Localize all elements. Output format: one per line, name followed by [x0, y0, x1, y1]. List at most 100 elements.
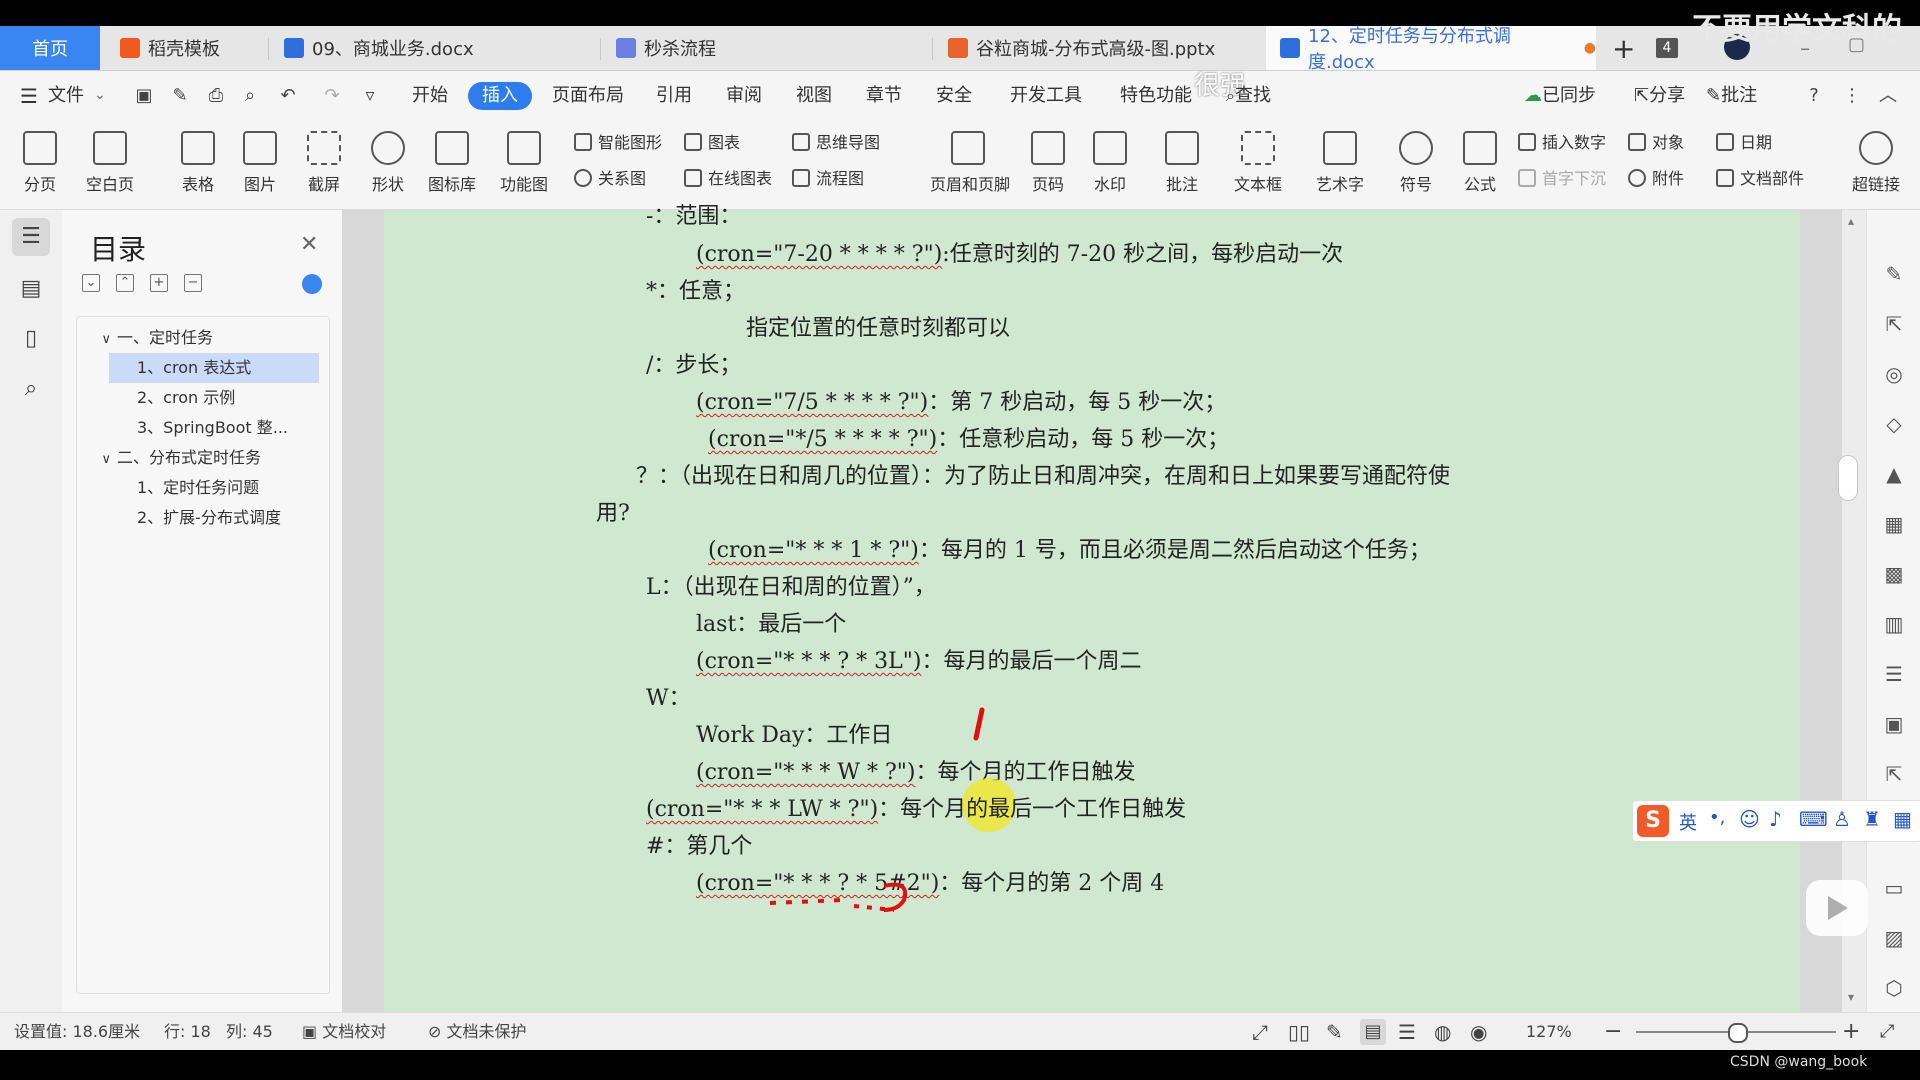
watermark-button[interactable]: 水印: [1080, 127, 1140, 203]
skin-icon[interactable]: ♜: [1863, 807, 1881, 831]
shape-button[interactable]: 形状: [358, 127, 418, 203]
save-icon[interactable]: ▣: [134, 86, 154, 106]
badge-icon[interactable]: ⬡: [1882, 976, 1906, 1000]
bookmark-icon[interactable]: ▯: [12, 320, 50, 358]
settings-icon[interactable]: ☰: [1882, 662, 1906, 686]
menu-start[interactable]: 开始: [412, 71, 448, 121]
screenshot-button[interactable]: 截屏: [294, 127, 354, 203]
flowchart-button[interactable]: 流程图: [792, 167, 864, 191]
tab-count-badge[interactable]: 4: [1656, 38, 1678, 58]
fullscreen-icon[interactable]: ⤢: [1252, 1013, 1268, 1051]
customize-icon[interactable]: ▿: [360, 86, 380, 106]
zoom-slider-handle[interactable]: [1728, 1023, 1748, 1043]
shapes-icon[interactable]: ◇: [1882, 412, 1906, 436]
reading-mode-icon[interactable]: ▯▯: [1288, 1013, 1310, 1051]
blank-page-button[interactable]: 空白页: [80, 127, 140, 203]
menu-security[interactable]: 安全: [936, 71, 972, 121]
tab-flow[interactable]: 秒杀流程: [602, 26, 932, 70]
print-preview-icon[interactable]: ⌕: [240, 86, 260, 106]
doc-parts-button[interactable]: 文档部件: [1716, 167, 1804, 191]
video-play-button[interactable]: [1806, 880, 1868, 936]
select-icon[interactable]: ⇱: [1882, 312, 1906, 336]
toolbox-icon[interactable]: ▦: [1893, 807, 1912, 831]
image-icon[interactable]: ▣: [1882, 712, 1906, 736]
comment-button[interactable]: 批注: [1152, 127, 1212, 203]
print-icon[interactable]: ⎙: [206, 86, 226, 106]
annotate-button[interactable]: ✎批注: [1706, 71, 1757, 121]
menu-insert[interactable]: 插入: [468, 82, 532, 110]
header-footer-button[interactable]: 页眉和页脚: [930, 127, 1010, 203]
collapse-all-icon[interactable]: ⌄: [82, 274, 100, 292]
chart-icon[interactable]: ▥: [1882, 612, 1906, 636]
menu-page-layout[interactable]: 页面布局: [552, 71, 624, 121]
write-mode-icon[interactable]: ✎: [1326, 1013, 1343, 1051]
scroll-down-icon[interactable]: ▾: [1848, 990, 1854, 1004]
toc-item[interactable]: ∨ 一、定时任务: [77, 323, 327, 353]
location-icon[interactable]: ◎: [1882, 362, 1906, 386]
toc-list-icon[interactable]: ☰: [12, 218, 50, 256]
format-painter-icon[interactable]: ✎: [170, 86, 190, 106]
formula-button[interactable]: 公式: [1450, 127, 1510, 203]
picture-icon[interactable]: ▨: [1882, 926, 1906, 950]
share-icon[interactable]: ⇱: [1882, 762, 1906, 786]
menu-chapter[interactable]: 章节: [866, 71, 902, 121]
toc-item[interactable]: 3、SpringBoot 整...: [77, 413, 327, 443]
date-button[interactable]: 日期: [1716, 131, 1772, 155]
expand-up-icon[interactable]: ⌃: [116, 274, 134, 292]
redo-icon[interactable]: ↷: [322, 86, 342, 106]
menu-references[interactable]: 引用: [656, 71, 692, 121]
close-icon[interactable]: ✕: [300, 232, 318, 257]
picture-button[interactable]: 图片: [230, 127, 290, 203]
toc-item[interactable]: 2、cron 示例: [77, 383, 327, 413]
zoom-in-icon[interactable]: +: [1842, 1013, 1860, 1051]
edit-icon[interactable]: ✎: [1882, 262, 1906, 286]
share-button[interactable]: ⇱分享: [1634, 71, 1685, 121]
smart-art-button[interactable]: 智能图形: [574, 131, 662, 155]
minimize-icon[interactable]: –: [1800, 36, 1810, 60]
icon-library-button[interactable]: 图标库: [422, 127, 482, 203]
remove-heading-icon[interactable]: −: [184, 274, 202, 292]
undo-icon[interactable]: ↶: [278, 86, 298, 106]
outline-view-icon[interactable]: ☰: [1398, 1013, 1416, 1051]
fit-page-icon[interactable]: ⤢: [1880, 1013, 1894, 1051]
more-icon[interactable]: ⋮: [1842, 86, 1862, 106]
sync-button[interactable]: ☁已同步: [1524, 71, 1596, 121]
collapse-ribbon-icon[interactable]: ︿: [1878, 86, 1898, 106]
table-button[interactable]: 表格: [168, 127, 228, 203]
emoji-icon[interactable]: ☺: [1739, 807, 1760, 831]
proofread-button[interactable]: ▣ 文档校对: [302, 1013, 386, 1051]
symbol-button[interactable]: 符号: [1386, 127, 1446, 203]
keyboard-icon[interactable]: ⌨: [1799, 807, 1828, 831]
menu-review[interactable]: 审阅: [726, 71, 762, 121]
scroll-thumb[interactable]: [1838, 455, 1858, 501]
web-view-icon[interactable]: ◍: [1434, 1013, 1451, 1051]
tab-home[interactable]: 首页: [0, 26, 100, 70]
attachment-button[interactable]: 附件: [1628, 167, 1684, 191]
menu-file[interactable]: 文件: [48, 71, 84, 121]
archive-icon[interactable]: ▭: [1882, 876, 1906, 900]
menu-developer[interactable]: 开发工具: [1010, 71, 1082, 121]
chart-button[interactable]: 图表: [684, 131, 740, 155]
tab-pptx[interactable]: 谷粒商城-分布式高级-图.pptx: [934, 26, 1264, 70]
hyperlink-button[interactable]: 超链接: [1846, 127, 1906, 203]
search-button[interactable]: ⌕查找: [1226, 71, 1271, 121]
tab-doc-09[interactable]: 09、商城业务.docx: [270, 26, 600, 70]
eye-protect-icon[interactable]: ◉: [1470, 1013, 1487, 1051]
menu-special[interactable]: 特色功能: [1120, 71, 1192, 121]
style-icon[interactable]: ▲: [1882, 462, 1906, 486]
zoom-out-icon[interactable]: −: [1604, 1013, 1622, 1051]
ime-lang-toggle[interactable]: 英: [1679, 809, 1697, 835]
object-button[interactable]: 对象: [1628, 131, 1684, 155]
maximize-icon[interactable]: ▢: [1848, 34, 1865, 55]
help-icon[interactable]: ?: [1804, 86, 1824, 106]
page-number-button[interactable]: 页码: [1018, 127, 1078, 203]
find-icon[interactable]: ⌕: [12, 370, 50, 408]
new-tab-icon[interactable]: +: [1612, 32, 1635, 65]
protect-status[interactable]: ⊘ 文档未保护: [428, 1013, 527, 1051]
tab-doc-12[interactable]: 12、定时任务与分布式调度.docx ●: [1266, 26, 1596, 73]
zoom-level[interactable]: 127%: [1526, 1013, 1572, 1051]
menu-view[interactable]: 视图: [796, 71, 832, 121]
relation-chart-button[interactable]: 关系图: [574, 167, 646, 191]
textbox-button[interactable]: 文本框: [1228, 127, 1288, 203]
add-heading-icon[interactable]: +: [150, 274, 168, 292]
